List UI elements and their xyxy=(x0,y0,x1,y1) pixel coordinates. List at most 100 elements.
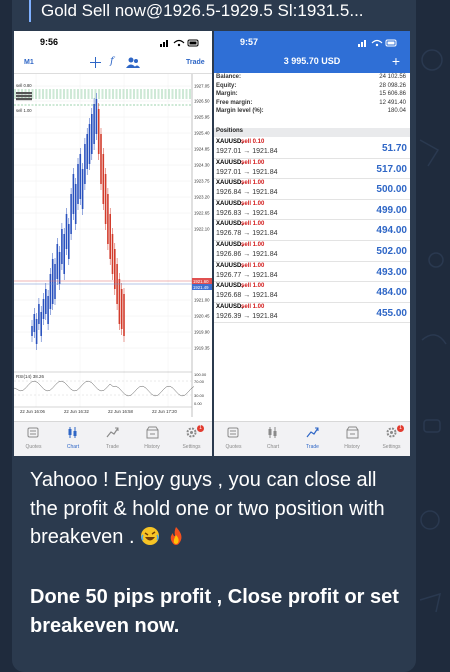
candle-body xyxy=(65,214,68,249)
chart-icon xyxy=(268,427,276,438)
tab-chart[interactable]: Chart xyxy=(54,424,93,456)
rsi-label: RSI(14) 38.26 xyxy=(16,374,45,379)
position-prices: 1927.01 → 1921.84 xyxy=(216,168,278,176)
objects-icon[interactable] xyxy=(126,57,140,68)
timeframe-button[interactable]: M1 xyxy=(24,59,34,66)
price-axis-label: 1923.20 xyxy=(194,195,210,200)
bottom-tab-bar: Quotes Chart Trade History Settings 1 xyxy=(214,421,410,456)
position-row[interactable]: XAUUSD, sell 1.00 1926.39 → 1921.84 455.00 xyxy=(214,303,410,324)
candle-body xyxy=(63,234,65,274)
candle-body xyxy=(42,299,45,319)
bottom-tab-bar: Quotes Chart Trade History Settings 1 xyxy=(14,421,212,456)
crosshair-icon[interactable] xyxy=(90,57,101,68)
position-row[interactable]: XAUUSD, sell 1.00 1926.84 → 1921.84 500.00 xyxy=(214,179,410,200)
candle-body xyxy=(93,104,95,144)
tab-label: History xyxy=(144,444,160,450)
tab-label: Settings xyxy=(182,444,201,450)
position-direction: sell 1.00 xyxy=(241,262,265,269)
candle-body xyxy=(51,259,54,304)
tab-history[interactable]: History xyxy=(333,424,372,456)
candle-body xyxy=(86,134,88,169)
position-direction: sell 1.00 xyxy=(241,241,265,248)
position-row[interactable]: XAUUSD, sell 0.10 1927.01 → 1921.84 51.70 xyxy=(214,138,410,159)
quoted-message[interactable]: Gold Sell now@1926.5-1929.5 Sl:1931.5... xyxy=(41,1,411,23)
candlestick-chart[interactable]: sell 0.80 sell 1.00 1927.05 1926.50 1925.95… xyxy=(14,74,212,417)
position-prices: 1926.86 → 1921.84 xyxy=(216,250,278,258)
price-axis-label: 1926.50 xyxy=(194,99,210,104)
signal-wifi-battery-icon xyxy=(160,39,199,47)
price-chart[interactable]: sell 0.80 sell 1.00 1927.05 1926.50 1925.95… xyxy=(14,74,212,417)
position-direction: sell 1.00 xyxy=(241,303,265,310)
position-profit: 455.00 xyxy=(376,307,407,319)
message-text: Yahooo ! Enjoy guys , you can close all … xyxy=(30,466,400,552)
position-direction: sell 1.00 xyxy=(241,200,265,207)
position-row[interactable]: XAUUSD, sell 1.00 1927.01 → 1921.84 517.00 xyxy=(214,159,410,180)
tab-quotes[interactable]: Quotes xyxy=(214,424,253,456)
tab-label: Trade xyxy=(106,444,119,450)
candle-body xyxy=(58,252,61,284)
position-symbol: XAUUSD, xyxy=(216,139,244,145)
candle-body xyxy=(104,174,107,224)
tab-label: Chart xyxy=(266,444,280,450)
position-symbol: XAUUSD, xyxy=(216,241,244,248)
position-symbol: XAUUSD, xyxy=(216,262,244,269)
tab-history[interactable]: History xyxy=(133,424,172,456)
position-row[interactable]: XAUUSD, sell 1.00 1926.86 → 1921.84 502.00 xyxy=(214,241,410,262)
price-axis-label: 1919.35 xyxy=(194,346,210,351)
price-axis-label: 1927.05 xyxy=(194,84,210,89)
tab-label: Quotes xyxy=(225,444,242,450)
candle-body xyxy=(54,264,56,299)
position-profit: 517.00 xyxy=(376,163,407,175)
quote-accent-bar xyxy=(29,0,31,22)
tab-trade[interactable]: Trade xyxy=(93,424,132,456)
position-row[interactable]: XAUUSD, sell 1.00 1926.78 → 1921.84 494.00 xyxy=(214,220,410,241)
candle-body xyxy=(74,184,77,224)
candle-body xyxy=(40,312,42,336)
candle-body xyxy=(123,294,125,336)
tab-trade[interactable]: Trade xyxy=(293,424,332,456)
trade-button[interactable]: Trade xyxy=(186,59,205,66)
position-profit: 500.00 xyxy=(376,184,407,196)
candle-body xyxy=(45,289,47,314)
position-direction: sell 1.00 xyxy=(241,159,265,166)
position-direction: sell 1.00 xyxy=(241,283,265,290)
position-symbol: XAUUSD, xyxy=(216,200,244,207)
candle-body xyxy=(72,174,75,214)
position-symbol: XAUUSD, xyxy=(216,221,244,228)
chart-screenshot[interactable]: 9:56 M1 f Trade sell 0.80 sell 1.00 1927… xyxy=(14,31,212,456)
position-profit: 494.00 xyxy=(376,225,407,237)
notification-badge: 1 xyxy=(197,425,204,432)
position-prices: 1926.68 → 1921.84 xyxy=(216,292,278,300)
trade-screenshot[interactable]: 9:57 3 995.70 USD + Balance: 24 102.56 Equ… xyxy=(214,31,410,456)
tab-label: History xyxy=(344,444,360,450)
tab-settings[interactable]: Settings 1 xyxy=(372,424,410,456)
candle-body xyxy=(95,99,98,134)
sell-order-label-stack xyxy=(16,92,32,95)
candle-body xyxy=(102,154,105,204)
position-prices: 1926.77 → 1921.84 xyxy=(216,271,278,279)
tab-chart[interactable]: Chart xyxy=(254,424,293,456)
new-order-plus-icon[interactable]: + xyxy=(392,53,400,69)
tab-settings[interactable]: Settings 1 xyxy=(172,424,211,456)
candle-body xyxy=(68,224,70,259)
message-line-1: Yahooo ! Enjoy guys , you can close all … xyxy=(30,469,385,548)
time-axis-label: 22 Jun 16:06 xyxy=(20,409,45,414)
position-row[interactable]: XAUUSD, sell 1.00 1926.68 → 1921.84 484.00 xyxy=(214,282,410,303)
rsi-axis-label: 70.00 xyxy=(194,379,205,384)
account-value: 28 098.26 xyxy=(379,82,406,89)
candle-body xyxy=(107,194,109,244)
tab-quotes[interactable]: Quotes xyxy=(14,424,53,456)
sell-order-label-stack xyxy=(16,98,32,101)
price-axis-label: 1922.65 xyxy=(194,211,210,216)
price-axis-label: 1922.10 xyxy=(194,227,210,232)
candle-body xyxy=(56,244,59,279)
position-profit: 499.00 xyxy=(376,204,407,216)
time-axis-label: 22 Jun 16:32 xyxy=(64,409,89,414)
position-profit: 502.00 xyxy=(376,245,407,257)
price-axis-label: 1924.30 xyxy=(194,163,210,168)
price-axis-label: 1925.40 xyxy=(194,131,210,136)
position-row[interactable]: XAUUSD, sell 1.00 1926.83 → 1921.84 499.00 xyxy=(214,200,410,221)
indicators-icon[interactable]: f xyxy=(110,56,114,67)
position-direction: sell 1.00 xyxy=(241,221,265,228)
position-row[interactable]: XAUUSD, sell 1.00 1926.77 → 1921.84 493.00 xyxy=(214,262,410,283)
